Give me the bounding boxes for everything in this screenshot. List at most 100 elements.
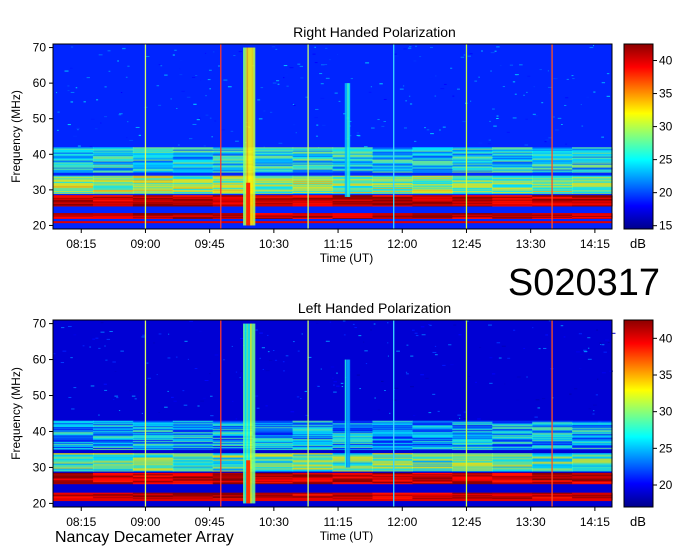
noise-speck (109, 331, 113, 333)
noise-speck (258, 118, 263, 120)
noise-speck (424, 127, 426, 129)
colorbar-tick-label: 25 (659, 153, 673, 167)
noise-speck (64, 70, 69, 72)
band-line (172, 195, 214, 197)
y-axis-label: Frequency (MHz) (9, 90, 23, 183)
noise-speck (170, 98, 172, 100)
noise-speck (363, 341, 365, 343)
noise-speck (283, 65, 288, 67)
noise-speck (210, 415, 214, 417)
noise-speck (381, 125, 385, 127)
x-tick-label: 09:45 (195, 515, 225, 529)
noise-speck (409, 103, 413, 105)
noise-speck (221, 129, 225, 131)
noise-speck (463, 411, 467, 413)
y-tick-label: 40 (33, 424, 47, 438)
y-tick-label: 70 (33, 317, 47, 331)
noise-speck (442, 364, 446, 366)
noise-speck (126, 137, 128, 139)
noise-speck (593, 45, 595, 47)
noise-speck (496, 115, 499, 117)
noise-speck (325, 340, 330, 342)
instrument-name: Nancay Decameter Array (55, 529, 234, 546)
noise-speck (141, 412, 143, 414)
noise-speck (138, 134, 141, 136)
x-tick-label: 12:00 (387, 515, 417, 529)
noise-speck (593, 91, 596, 93)
noise-speck (383, 98, 387, 100)
noise-speck (301, 333, 303, 335)
noise-speck (533, 86, 535, 88)
band-line (292, 213, 334, 215)
band-line (412, 147, 453, 149)
noise-speck (145, 56, 150, 58)
y-tick-label: 60 (33, 353, 47, 367)
x-tick-label: 11:15 (323, 515, 352, 529)
noise-speck (70, 91, 75, 93)
noise-speck (519, 64, 523, 66)
noise-speck (420, 374, 424, 376)
noise-speck (405, 100, 408, 102)
noise-speck (82, 78, 85, 80)
noise-speck (76, 127, 80, 129)
noise-speck (278, 142, 283, 144)
noise-speck (73, 387, 77, 389)
low-frequency-strip (53, 221, 612, 224)
noise-speck (282, 361, 285, 363)
noise-speck (527, 75, 531, 77)
noise-speck (209, 117, 212, 119)
noise-speck (212, 51, 215, 53)
noise-speck (202, 397, 206, 399)
noise-speck (158, 333, 162, 335)
noise-speck (230, 130, 234, 132)
noise-speck (319, 73, 323, 75)
band-line (412, 175, 453, 178)
noise-speck (588, 408, 592, 410)
noise-speck (179, 68, 181, 70)
noise-speck (301, 366, 306, 368)
noise-speck (583, 351, 588, 353)
noise-speck (599, 344, 602, 346)
band-line (252, 453, 294, 455)
noise-speck (380, 380, 384, 382)
colorbar-tick-label: 30 (659, 405, 673, 419)
band-line (172, 420, 214, 423)
noise-speck (548, 92, 551, 94)
colorbar-tick-label: 15 (659, 219, 673, 233)
noise-speck (177, 144, 180, 146)
noise-speck (488, 324, 492, 326)
noise-speck (75, 87, 78, 89)
noise-speck (62, 350, 67, 352)
noise-speck (320, 368, 322, 370)
burst-stripe (249, 323, 252, 504)
band-line (252, 195, 294, 197)
noise-speck (67, 85, 70, 87)
noise-speck (587, 347, 590, 349)
band-line (412, 453, 453, 455)
noise-speck (231, 345, 233, 347)
noise-speck (572, 78, 575, 80)
noise-speck (554, 419, 558, 421)
noise-speck (293, 124, 296, 126)
noise-speck (415, 335, 419, 337)
x-tick-label: 12:45 (451, 237, 481, 251)
band-line (492, 472, 533, 475)
noise-speck (336, 385, 340, 387)
colorbar-tick-label: 25 (659, 441, 673, 455)
x-tick-label: 14:15 (580, 515, 610, 529)
noise-speck (195, 74, 198, 76)
noise-speck (381, 400, 384, 402)
noise-speck (184, 340, 188, 342)
noise-speck (152, 342, 156, 344)
noise-speck (107, 50, 111, 52)
noise-speck (414, 140, 417, 142)
noise-speck (429, 77, 433, 79)
noise-speck (208, 69, 212, 71)
band-line (372, 420, 413, 423)
y-axis-label: Frequency (MHz) (9, 367, 23, 460)
noise-speck (535, 399, 540, 401)
noise-speck (463, 54, 466, 56)
noise-speck (315, 322, 319, 324)
noise-speck (186, 96, 191, 98)
noise-speck (108, 70, 111, 72)
